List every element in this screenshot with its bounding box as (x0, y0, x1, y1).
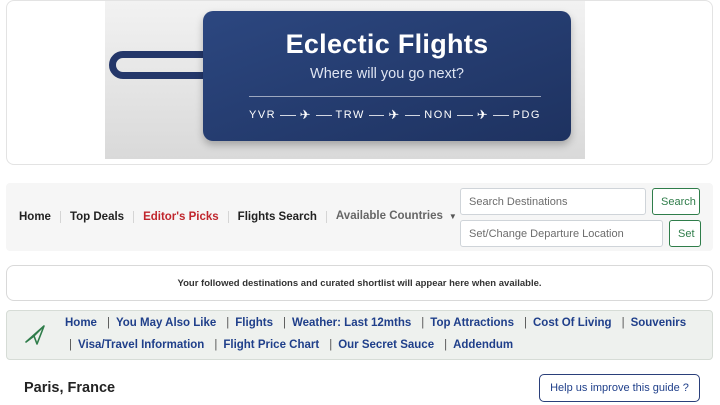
guide-link-you-may-also-like[interactable]: You May Also Like (116, 317, 216, 329)
search-form: Search (460, 188, 700, 215)
page-title: Paris, France (24, 380, 116, 396)
nav-editors-picks[interactable]: Editor's Picks (134, 210, 229, 223)
caret-down-icon: ▼ (448, 212, 457, 221)
guide-section-nav: Home | You May Also Like | Flights | Weathe… (6, 310, 713, 360)
plane-icon: ✈ (476, 107, 490, 122)
hero-banner: Eclectic Flights Where will you go next?… (105, 1, 585, 159)
nav-available-countries-dropdown[interactable]: Available Countries ▼ (327, 210, 466, 223)
site-title: Eclectic Flights (285, 29, 489, 59)
nav-links: Home Top Deals Editor's Picks Flights Se… (19, 210, 466, 223)
route-code: YVR (249, 109, 277, 121)
guide-link-flight-price-chart[interactable]: Flight Price Chart (223, 339, 319, 351)
guide-link-weather[interactable]: Weather: Last 12mths (292, 317, 411, 329)
nav-top-deals[interactable]: Top Deals (61, 210, 135, 223)
nav-available-countries-label: Available Countries (335, 210, 443, 222)
tag-divider (249, 96, 541, 97)
guide-link-addendum[interactable]: Addendum (453, 339, 513, 351)
search-destinations-input[interactable] (460, 188, 646, 215)
plane-icon: ✈ (388, 107, 401, 122)
guide-link-top-attractions[interactable]: Top Attractions (430, 317, 514, 329)
guide-link-secret-sauce[interactable]: Our Secret Sauce (338, 339, 434, 351)
guide-link-souvenirs[interactable]: Souvenirs (631, 317, 687, 329)
departure-location-input[interactable] (460, 220, 663, 247)
route-code: PDG (512, 109, 541, 121)
guide-link-visa-info[interactable]: Visa/Travel Information (78, 339, 204, 351)
help-improve-guide-button[interactable]: Help us improve this guide ? (539, 374, 700, 402)
shortlist-notice: Your followed destinations and curated s… (6, 265, 713, 301)
main-navbar: Home Top Deals Editor's Picks Flights Se… (6, 183, 713, 251)
route-strip: YVR ✈ TRW ✈ NON ✈ PDG (249, 107, 541, 123)
site-tagline: Where will you go next? (310, 66, 464, 82)
guide-nav-row-1: Home | You May Also Like | Flights | Weathe… (65, 317, 687, 329)
search-button[interactable]: Search (652, 188, 700, 215)
guide-nav-row-2: | Visa/Travel Information | Flight Price C… (69, 339, 514, 351)
set-departure-button[interactable]: Set (669, 220, 701, 247)
route-code: NON (424, 109, 454, 121)
guide-link-home[interactable]: Home (65, 317, 97, 329)
nav-flights-search[interactable]: Flights Search (229, 210, 327, 223)
plane-icon: ✈ (299, 107, 313, 122)
banner-card: Eclectic Flights Where will you go next?… (6, 0, 713, 165)
nav-home[interactable]: Home (19, 210, 61, 223)
guide-link-cost-of-living[interactable]: Cost Of Living (533, 317, 612, 329)
route-code: TRW (335, 109, 365, 121)
paper-plane-icon (25, 325, 45, 345)
luggage-tag: Eclectic Flights Where will you go next?… (203, 11, 571, 141)
guide-link-flights[interactable]: Flights (235, 317, 273, 329)
departure-form: Set (460, 220, 701, 247)
